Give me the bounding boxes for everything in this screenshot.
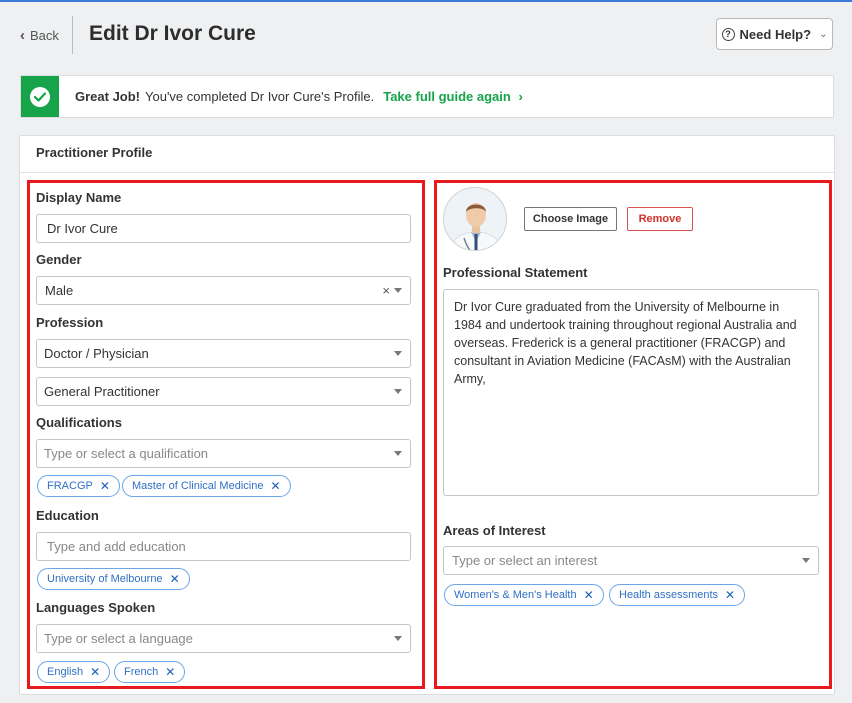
success-indicator [21, 76, 59, 117]
need-help-button[interactable]: ? Need Help? ⌄ [716, 18, 833, 50]
tag-label: FRACGP [47, 480, 93, 492]
qualification-select[interactable]: Type or select a qualification [36, 439, 411, 468]
profession-select[interactable]: Doctor / Physician [36, 339, 411, 368]
close-icon[interactable]: ✕ [165, 665, 175, 679]
page-title: Edit Dr Ivor Cure [89, 22, 256, 45]
professional-statement-label: Professional Statement [443, 265, 588, 280]
close-icon[interactable]: ✕ [170, 572, 180, 586]
language-tag: French ✕ [114, 661, 186, 683]
avatar [443, 187, 507, 251]
qualification-placeholder: Type or select a qualification [44, 446, 209, 461]
interest-tag: Health assessments ✕ [609, 584, 746, 606]
interest-select[interactable]: Type or select an interest [443, 546, 819, 575]
specialty-value: General Practitioner [44, 384, 160, 399]
caret-down-icon [394, 451, 402, 456]
language-placeholder: Type or select a language [44, 631, 193, 646]
close-icon[interactable]: ✕ [90, 665, 100, 679]
interest-placeholder: Type or select an interest [452, 553, 598, 568]
education-input[interactable]: Type and add education [36, 532, 411, 561]
check-circle-icon [30, 86, 50, 107]
header-divider [72, 16, 73, 54]
qualification-tag: Master of Clinical Medicine ✕ [122, 475, 291, 497]
tag-label: University of Melbourne [47, 573, 163, 585]
banner-message: You've completed Dr Ivor Cure's Profile. [145, 89, 375, 104]
tag-label: English [47, 666, 84, 678]
qualification-tag: FRACGP ✕ [37, 475, 120, 497]
qualifications-label: Qualifications [36, 415, 122, 430]
need-help-label: Need Help? [739, 26, 812, 42]
display-name-label: Display Name [36, 190, 122, 205]
chevron-down-icon: ⌄ [819, 28, 828, 40]
professional-statement-textarea[interactable]: Dr Ivor Cure graduated from the Universi… [443, 289, 819, 496]
language-tag: English ✕ [37, 661, 111, 683]
chevron-right-icon: › [518, 89, 523, 104]
back-label: Back [30, 27, 59, 43]
education-placeholder: Type and add education [47, 539, 186, 554]
gender-label: Gender [36, 252, 82, 267]
language-select[interactable]: Type or select a language [36, 624, 411, 653]
chevron-left-icon: ‹ [20, 26, 25, 44]
education-tag: University of Melbourne ✕ [37, 568, 190, 590]
doctor-avatar-icon [444, 188, 506, 250]
banner-strong-text: Great Job! [75, 89, 141, 104]
caret-down-icon [394, 288, 402, 293]
tag-label: French [124, 666, 159, 678]
areas-of-interest-label: Areas of Interest [443, 523, 546, 538]
question-circle-icon: ? [721, 27, 735, 41]
close-icon[interactable]: ✕ [100, 479, 110, 493]
interest-tag: Women's & Men's Health ✕ [444, 584, 604, 606]
close-icon[interactable]: ✕ [584, 588, 594, 602]
clear-icon[interactable]: × [382, 283, 390, 298]
caret-down-icon [394, 351, 402, 356]
panel-title: Practitioner Profile [36, 145, 153, 160]
tag-label: Health assessments [619, 589, 719, 601]
success-banner: Great Job! You've completed Dr Ivor Cure… [20, 75, 834, 118]
profession-value: Doctor / Physician [44, 346, 149, 361]
gender-select[interactable]: Male × [36, 276, 411, 305]
take-guide-label: Take full guide again [383, 89, 511, 104]
top-accent-line [0, 0, 852, 2]
back-button[interactable]: ‹ Back [20, 26, 59, 44]
caret-down-icon [394, 636, 402, 641]
caret-down-icon [394, 389, 402, 394]
display-name-input[interactable]: Dr Ivor Cure [36, 214, 411, 243]
remove-image-button[interactable]: Remove [627, 207, 693, 231]
close-icon[interactable]: ✕ [725, 588, 735, 602]
choose-image-button[interactable]: Choose Image [524, 207, 617, 231]
close-icon[interactable]: ✕ [270, 479, 280, 493]
languages-label: Languages Spoken [36, 600, 156, 615]
education-label: Education [36, 508, 99, 523]
panel-separator [20, 172, 834, 173]
specialty-select[interactable]: General Practitioner [36, 377, 411, 406]
profession-label: Profession [36, 315, 104, 330]
tag-label: Master of Clinical Medicine [132, 480, 264, 492]
take-guide-link[interactable]: Take full guide again › [383, 89, 523, 104]
gender-value: Male [45, 283, 74, 298]
caret-down-icon [802, 558, 810, 563]
tag-label: Women's & Men's Health [454, 589, 577, 601]
